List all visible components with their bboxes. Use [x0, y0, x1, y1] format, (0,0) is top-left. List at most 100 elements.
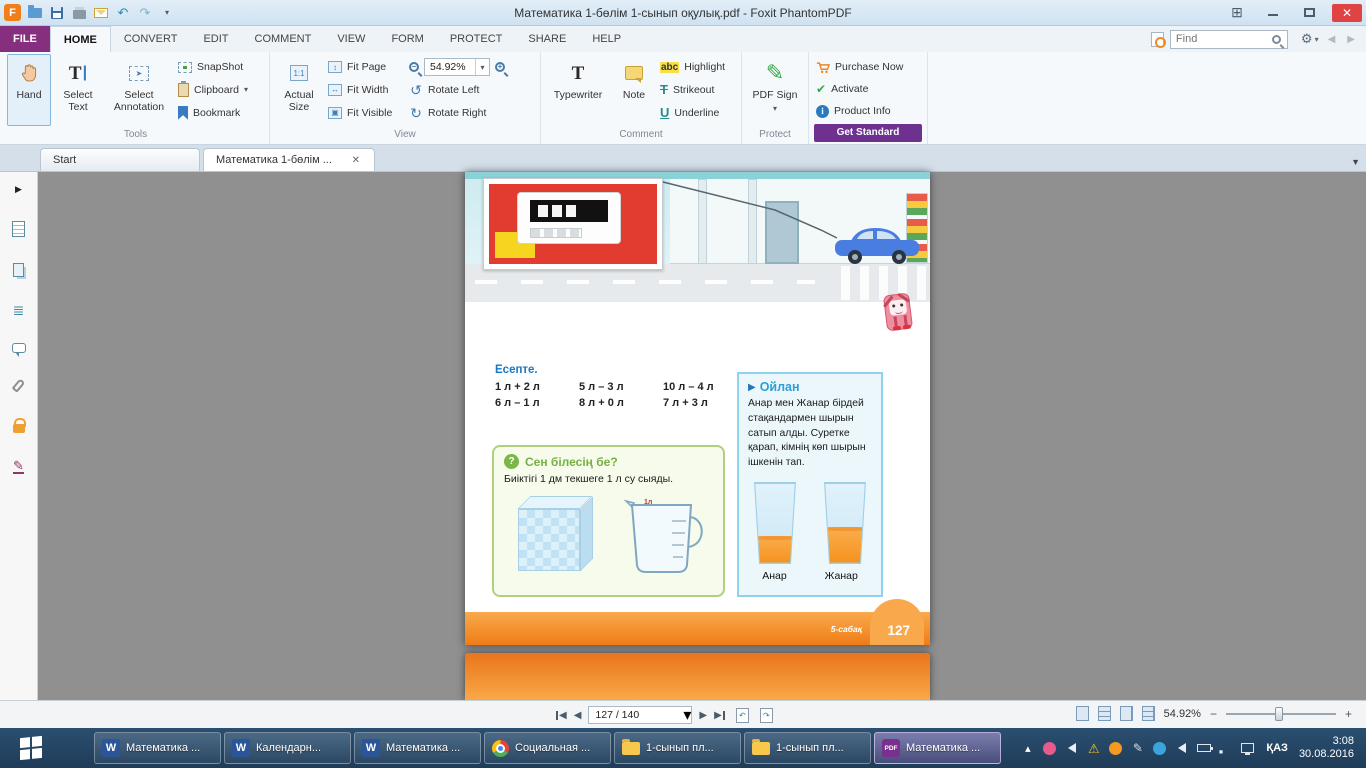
security-icon[interactable]: [13, 424, 25, 433]
expand-panel-icon[interactable]: ▶: [15, 184, 22, 195]
minimize-button[interactable]: [1260, 4, 1286, 22]
close-tab-icon[interactable]: ✕: [350, 155, 362, 166]
sound-icon[interactable]: [1174, 741, 1189, 756]
tray-app-pink-icon[interactable]: [1042, 741, 1057, 756]
volume-icon[interactable]: [1064, 741, 1079, 756]
battery-icon[interactable]: [1196, 741, 1211, 756]
slider-handle[interactable]: [1275, 707, 1283, 721]
clock[interactable]: 3:08 30.08.2016: [1299, 735, 1360, 761]
tab-share[interactable]: SHARE: [515, 26, 579, 52]
tray-app-orange-icon[interactable]: [1108, 741, 1123, 756]
taskbar-item-folder-2[interactable]: 1-сынып пл...: [744, 732, 871, 764]
save-button[interactable]: [49, 5, 65, 21]
tray-app-blue-icon[interactable]: [1152, 741, 1167, 756]
email-button[interactable]: [93, 5, 109, 21]
start-button[interactable]: [0, 728, 62, 768]
taskbar-item-chrome[interactable]: Социальная ...: [484, 732, 611, 764]
tab-home[interactable]: HOME: [50, 26, 111, 52]
fit-page-button[interactable]: ↕ Fit Page: [328, 57, 402, 77]
taskbar-item-foxit-active[interactable]: PDF Математика ...: [874, 732, 1001, 764]
hidden-icons-button[interactable]: ▴: [1020, 741, 1035, 756]
first-page-button[interactable]: ◀: [556, 710, 567, 721]
print-button[interactable]: [71, 5, 87, 21]
tab-help[interactable]: HELP: [579, 26, 634, 52]
product-info-button[interactable]: i Product Info: [816, 101, 920, 121]
tab-file[interactable]: FILE: [0, 26, 50, 52]
page-number-combo[interactable]: 127 / 140 ▾: [588, 706, 692, 724]
zoom-out-button[interactable]: −: [1210, 707, 1217, 721]
rotate-right-button[interactable]: ↻ Rotate Right: [409, 103, 533, 123]
previous-view-button[interactable]: ↶: [736, 708, 749, 723]
layers-icon[interactable]: ≣: [13, 303, 25, 317]
next-page-button[interactable]: ▶: [699, 710, 707, 721]
zoom-combo[interactable]: 54.92% ▾: [424, 58, 490, 76]
fit-width-button[interactable]: ↔ Fit Width: [328, 80, 402, 100]
tab-list-dropdown[interactable]: ▼: [1351, 157, 1360, 167]
bookmarks-panel-icon[interactable]: [13, 263, 24, 277]
fit-visible-button[interactable]: ▣ Fit Visible: [328, 103, 402, 123]
language-indicator[interactable]: ҚАЗ: [1262, 742, 1292, 754]
quick-access-dropdown[interactable]: ▾: [159, 5, 175, 21]
pen-tray-icon[interactable]: ✎: [1130, 741, 1145, 756]
facing-continuous-view-icon[interactable]: [1142, 706, 1155, 721]
open-button[interactable]: [27, 5, 43, 21]
ui-options-grid-button[interactable]: ⊞: [1224, 4, 1250, 22]
signature-icon[interactable]: ✎: [13, 459, 24, 474]
taskbar-item-word-1[interactable]: W Математика ...: [94, 732, 221, 764]
undo-button[interactable]: ↶: [115, 5, 131, 21]
taskbar-item-word-2[interactable]: W Календарн...: [224, 732, 351, 764]
find-previous-button[interactable]: ◀: [1325, 34, 1339, 45]
tab-view[interactable]: VIEW: [324, 26, 378, 52]
typewriter-button[interactable]: T Typewriter: [546, 54, 610, 126]
continuous-view-icon[interactable]: [1098, 706, 1111, 721]
tab-start-page[interactable]: Start: [40, 148, 200, 171]
comments-panel-icon[interactable]: [12, 343, 26, 353]
strikeout-button[interactable]: T Strikeout: [660, 80, 734, 100]
tab-edit[interactable]: EDIT: [190, 26, 241, 52]
page-thumbnails-icon[interactable]: [12, 221, 25, 237]
get-standard-group-label[interactable]: Get Standard: [814, 124, 922, 142]
search-icon[interactable]: [1272, 35, 1281, 44]
find-options-button[interactable]: ⚙▾: [1301, 31, 1319, 47]
attachments-icon[interactable]: [12, 378, 26, 392]
signal-icon[interactable]: [1218, 741, 1233, 756]
last-page-button[interactable]: ▶: [714, 710, 725, 721]
find-input[interactable]: [1170, 30, 1288, 49]
taskbar-item-word-3[interactable]: W Математика ...: [354, 732, 481, 764]
chevron-down-icon[interactable]: ▾: [475, 59, 489, 75]
note-button[interactable]: Note: [613, 54, 655, 126]
rotate-left-button[interactable]: ↺ Rotate Left: [409, 80, 533, 100]
select-text-button[interactable]: T| Select Text: [54, 54, 102, 126]
maximize-button[interactable]: [1296, 4, 1322, 22]
zoom-slider[interactable]: [1226, 707, 1336, 721]
chevron-down-icon[interactable]: ▾: [683, 705, 691, 725]
snapshot-button[interactable]: SnapShot: [178, 57, 262, 77]
zoom-out-icon[interactable]: −: [409, 62, 419, 72]
hand-tool-button[interactable]: Hand: [7, 54, 51, 126]
tab-protect[interactable]: PROTECT: [437, 26, 516, 52]
network-icon[interactable]: [1240, 741, 1255, 756]
zoom-in-icon[interactable]: +: [495, 62, 505, 72]
pdf-sign-button[interactable]: ✎ PDF Sign ▾: [747, 54, 803, 126]
highlight-button[interactable]: abc Highlight: [660, 57, 734, 77]
app-logo-icon[interactable]: F: [4, 4, 21, 21]
single-page-view-icon[interactable]: [1076, 706, 1089, 721]
tab-comment[interactable]: COMMENT: [242, 26, 325, 52]
actual-size-button[interactable]: 1:1 Actual Size: [275, 54, 323, 126]
facing-view-icon[interactable]: [1120, 706, 1133, 721]
next-view-button[interactable]: ↷: [760, 708, 773, 723]
tab-active-document[interactable]: Математика 1-бөлім ... ✕: [203, 148, 375, 171]
purchase-now-button[interactable]: Purchase Now: [816, 57, 920, 77]
bookmark-button[interactable]: Bookmark: [178, 103, 262, 123]
find-in-document-icon[interactable]: [1151, 32, 1164, 47]
zoom-in-button[interactable]: +: [1345, 707, 1352, 721]
warning-icon[interactable]: ⚠: [1086, 741, 1101, 756]
close-button[interactable]: ✕: [1332, 4, 1362, 22]
clipboard-button[interactable]: Clipboard ▾: [178, 80, 262, 100]
redo-button[interactable]: ↷: [137, 5, 153, 21]
previous-page-button[interactable]: ◀: [574, 710, 582, 721]
tab-convert[interactable]: CONVERT: [111, 26, 191, 52]
select-annotation-button[interactable]: ➤ Select Annotation: [105, 54, 173, 126]
activate-button[interactable]: ✔ Activate: [816, 79, 920, 99]
tab-form[interactable]: FORM: [378, 26, 436, 52]
